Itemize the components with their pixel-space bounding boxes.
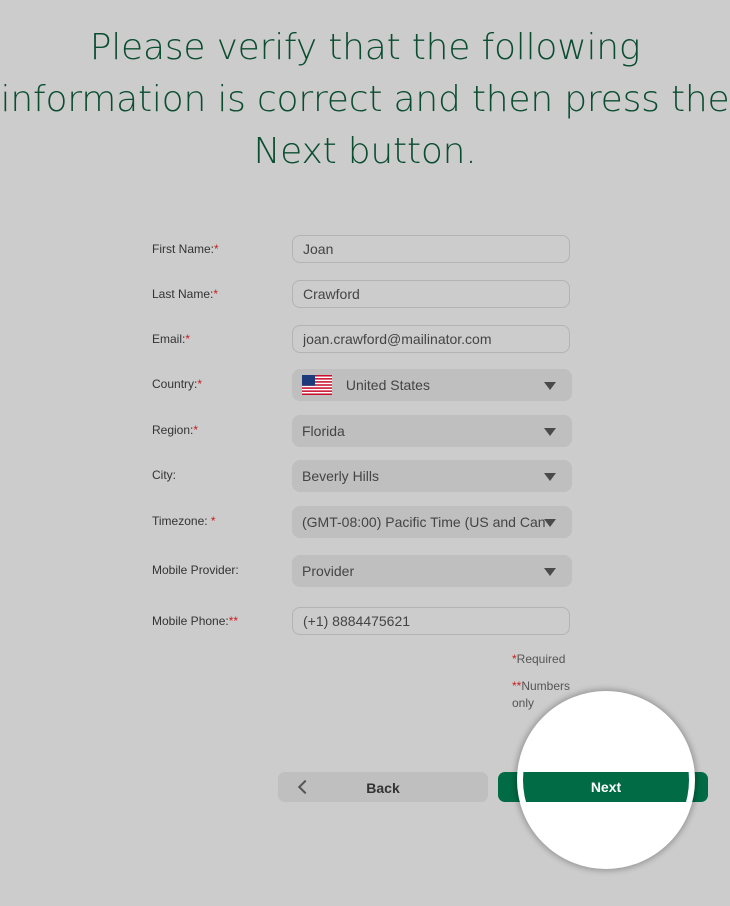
mobile-phone-row: Mobile Phone:** xyxy=(152,606,572,638)
region-value: Florida xyxy=(302,423,345,439)
region-row: Region:* Florida xyxy=(152,415,572,447)
mobile-provider-value: Provider xyxy=(302,563,355,579)
required-note: *Required xyxy=(512,652,566,666)
next-button-label: Next xyxy=(587,780,619,796)
chevron-down-icon xyxy=(544,382,556,390)
heading-line-1: Please verify that the following xyxy=(89,27,641,68)
email-row: Email:* xyxy=(152,324,572,356)
heading-line-2: information is correct and then press th… xyxy=(0,79,730,120)
chevron-down-icon xyxy=(544,519,556,527)
chevron-down-icon xyxy=(544,428,556,436)
city-select[interactable]: Beverly Hills xyxy=(292,460,572,492)
heading-line-3: Next button. xyxy=(253,131,477,172)
timezone-value: (GMT-08:00) Pacific Time (US and Can xyxy=(302,514,546,530)
country-label: Country:* xyxy=(152,377,203,391)
email-label: Email:* xyxy=(152,332,191,346)
back-button[interactable]: Back xyxy=(278,772,488,802)
last-name-row: Last Name:* xyxy=(152,279,572,311)
region-label: Region:* xyxy=(152,423,199,437)
first-name-label: First Name:* xyxy=(152,242,219,256)
mobile-phone-input[interactable] xyxy=(292,607,570,635)
chevron-down-icon xyxy=(544,473,556,481)
country-select[interactable]: United States xyxy=(292,369,572,401)
mobile-provider-label: Mobile Provider: xyxy=(152,563,239,577)
first-name-row: First Name:* xyxy=(152,234,572,266)
back-button-label: Back xyxy=(366,780,400,796)
timezone-row: Timezone: * (GMT-08:00) Pacific Time (US… xyxy=(152,506,572,538)
email-input[interactable] xyxy=(292,325,570,353)
first-name-input[interactable] xyxy=(292,235,570,263)
numbers-only-note: **Numbers only xyxy=(512,679,571,710)
timezone-select[interactable]: (GMT-08:00) Pacific Time (US and Can xyxy=(292,506,572,538)
country-value: United States xyxy=(345,377,430,393)
mobile-provider-select[interactable]: Provider xyxy=(292,555,572,587)
country-row: Country:* United States xyxy=(152,369,572,401)
timezone-label: Timezone: * xyxy=(152,514,216,528)
chevron-down-icon xyxy=(544,568,556,576)
city-value: Beverly Hills xyxy=(302,468,380,484)
last-name-input[interactable] xyxy=(292,280,570,308)
last-name-label: Last Name:* xyxy=(152,287,219,301)
city-row: City: Beverly Hills xyxy=(152,460,572,492)
us-flag-icon xyxy=(302,375,332,395)
page-heading: Please verify that the following informa… xyxy=(0,22,730,178)
next-button[interactable]: Next xyxy=(498,772,708,802)
city-label: City: xyxy=(152,468,176,482)
mobile-phone-label: Mobile Phone:** xyxy=(152,614,239,628)
region-select[interactable]: Florida xyxy=(292,415,572,447)
mobile-provider-row: Mobile Provider: Provider xyxy=(152,555,572,587)
